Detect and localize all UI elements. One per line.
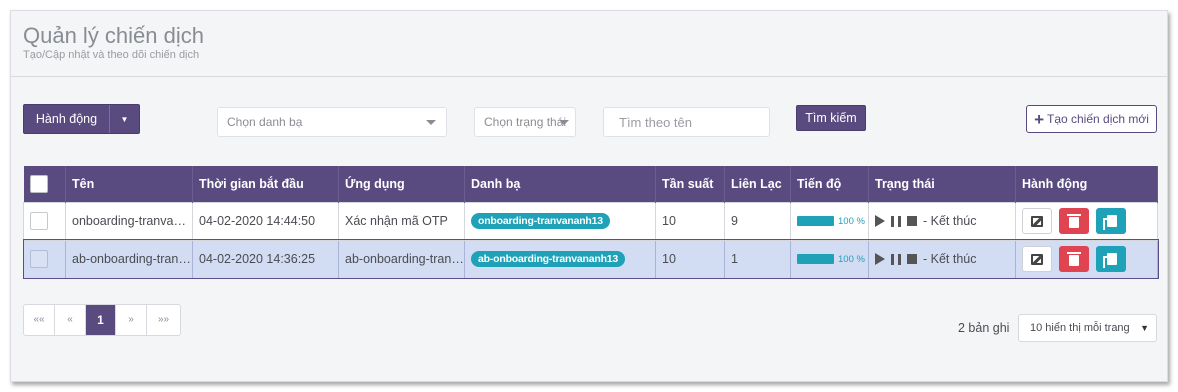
progress-cell: 100 % [790, 239, 869, 279]
page-next-button[interactable]: » [116, 305, 147, 335]
row-checkbox[interactable] [30, 250, 48, 268]
status-text: - Kết thúc [923, 252, 977, 266]
per-page-select[interactable]: 10 hiển thị mỗi trang ▼ [1018, 314, 1157, 342]
column-header[interactable]: Trạng thái [868, 166, 1016, 202]
contacted: 1 [724, 239, 791, 279]
stop-icon[interactable] [907, 254, 917, 264]
status-text: - Kết thúc [923, 214, 977, 228]
select-all-cell [23, 166, 66, 202]
chevron-down-icon [559, 120, 569, 125]
status-cell: - Kết thúc [868, 239, 1016, 279]
campaign-name[interactable]: onboarding-tranvananh13 [65, 201, 193, 241]
page-header: Quản lý chiến dịch Tạo/Cập nhật và theo … [11, 11, 1167, 77]
page-title: Quản lý chiến dịch [23, 23, 204, 48]
search-button[interactable]: Tìm kiếm [796, 105, 866, 131]
select-all-checkbox[interactable] [29, 174, 48, 193]
pause-icon[interactable] [891, 215, 901, 227]
contacts-select-placeholder: Chọn danh bạ [227, 115, 303, 129]
pause-icon[interactable] [891, 253, 901, 265]
contacts-badge: onboarding-tranvananh13 [471, 213, 610, 229]
column-header[interactable]: Tần suất [655, 166, 725, 202]
start-time: 04-02-2020 14:44:50 [192, 201, 339, 241]
progress-bar [797, 254, 834, 264]
caret-down-icon: ▼ [1140, 323, 1149, 333]
page-current-button[interactable]: 1 [86, 305, 116, 335]
play-icon[interactable] [875, 215, 885, 227]
column-header[interactable]: Tên [65, 166, 193, 202]
column-header: Hành động [1015, 166, 1158, 202]
row-checkbox-cell [23, 201, 66, 241]
copy-icon [1103, 215, 1117, 230]
column-header[interactable]: Liên Lạc [724, 166, 791, 202]
contacts-select[interactable]: Chọn danh bạ [217, 107, 447, 137]
delete-button[interactable] [1059, 208, 1089, 234]
bulk-action-label: Hành động [24, 105, 110, 133]
table-row[interactable]: ab-onboarding-tranvananh13 04-02-2020 14… [22, 239, 1159, 279]
new-campaign-label: Tạo chiến dịch mới [1047, 112, 1149, 126]
per-page-value: 10 hiển thị mỗi trang [1030, 322, 1130, 334]
trash-icon [1067, 251, 1081, 266]
column-header[interactable]: Danh bạ [464, 166, 656, 202]
play-icon[interactable] [875, 253, 885, 265]
progress-label: 100 % [838, 215, 865, 227]
bulk-action-button[interactable]: Hành động ▼ [23, 104, 140, 134]
status-cell: - Kết thúc [868, 201, 1016, 241]
chevron-down-icon [426, 120, 436, 125]
copy-button[interactable] [1096, 208, 1126, 234]
column-header[interactable]: Tiến độ [790, 166, 869, 202]
progress-cell: 100 % [790, 201, 869, 241]
trash-icon [1067, 213, 1081, 228]
page-subtitle: Tạo/Cập nhật và theo dõi chiến dịch [23, 49, 200, 61]
delete-button[interactable] [1059, 246, 1089, 272]
pagination: «« « 1 » »» [23, 304, 181, 336]
plus-icon: + [1034, 109, 1044, 129]
caret-down-icon[interactable]: ▼ [110, 115, 139, 124]
frequency: 10 [655, 239, 725, 279]
campaign-panel: Quản lý chiến dịch Tạo/Cập nhật và theo … [10, 10, 1168, 382]
new-campaign-button[interactable]: + Tạo chiến dịch mới [1026, 105, 1157, 133]
row-checkbox-cell [23, 239, 66, 279]
row-checkbox[interactable] [30, 212, 48, 230]
column-header[interactable]: Ứng dụng [338, 166, 465, 202]
app-name: Xác nhận mã OTP [338, 201, 465, 241]
table-row[interactable]: onboarding-tranvananh13 04-02-2020 14:44… [23, 201, 1158, 241]
table-header-row: Tên Thời gian bắt đầu Ứng dụng Danh bạ T… [23, 166, 1158, 202]
progress-bar [797, 216, 834, 226]
contacts-badge: ab-onboarding-tranvananh13 [471, 251, 626, 267]
copy-button[interactable] [1096, 246, 1126, 272]
contacts-cell: onboarding-tranvananh13 [464, 201, 656, 241]
edit-button[interactable] [1022, 246, 1052, 272]
page-first-button[interactable]: «« [24, 305, 55, 335]
app-name: ab-onboarding-tranvananh13 [338, 239, 465, 279]
frequency: 10 [655, 201, 725, 241]
actions-cell [1015, 239, 1158, 279]
campaign-name[interactable]: ab-onboarding-tranvananh13 [65, 239, 193, 279]
actions-cell [1015, 201, 1158, 241]
status-select[interactable]: Chọn trạng thái [474, 107, 576, 137]
record-count: 2 bản ghi [958, 321, 1010, 335]
page-prev-button[interactable]: « [55, 305, 86, 335]
campaign-table: Tên Thời gian bắt đầu Ứng dụng Danh bạ T… [22, 166, 1159, 279]
status-select-placeholder: Chọn trạng thái [484, 115, 567, 129]
edit-icon [1031, 253, 1043, 265]
edit-button[interactable] [1022, 208, 1052, 234]
start-time: 04-02-2020 14:36:25 [192, 239, 339, 279]
page-last-button[interactable]: »» [147, 305, 180, 335]
contacted: 9 [724, 201, 791, 241]
stop-icon[interactable] [907, 216, 917, 226]
search-input[interactable] [603, 107, 770, 137]
progress-label: 100 % [838, 253, 865, 265]
edit-icon [1031, 215, 1043, 227]
copy-icon [1103, 253, 1117, 268]
column-header[interactable]: Thời gian bắt đầu [192, 166, 339, 202]
contacts-cell: ab-onboarding-tranvananh13 [464, 239, 656, 279]
